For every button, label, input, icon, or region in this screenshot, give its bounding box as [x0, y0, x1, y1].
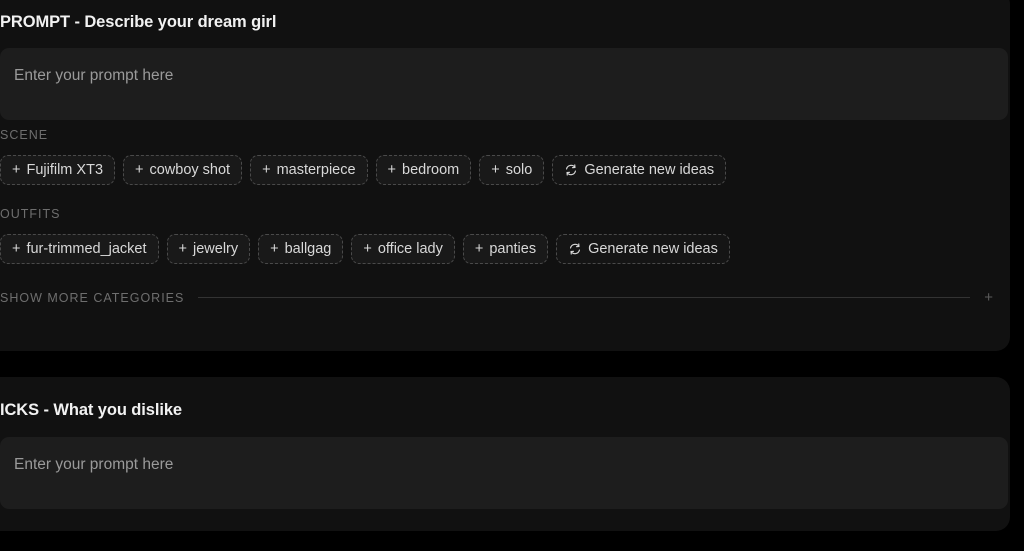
scene-generate-new-ideas-button[interactable]: Generate new ideas — [552, 155, 727, 185]
plus-icon: + — [178, 240, 187, 257]
scene-tag-fujifilm-xt3[interactable]: + Fujifilm XT3 — [0, 155, 116, 185]
prompt-input[interactable] — [0, 48, 1008, 120]
scene-tag-label: cowboy shot — [149, 161, 231, 178]
scene-generate-label: Generate new ideas — [584, 161, 715, 178]
app-viewport: PROMPT - Describe your dream girl SCENE … — [0, 0, 1024, 551]
show-more-categories-row[interactable]: SHOW MORE CATEGORIES + — [0, 290, 994, 305]
plus-icon: + — [491, 161, 500, 178]
icks-section-title: ICKS - What you dislike — [0, 401, 182, 419]
divider — [198, 297, 971, 298]
scene-tag-label: Fujifilm XT3 — [26, 161, 104, 178]
scene-tag-row: + Fujifilm XT3 + cowboy shot + masterpie… — [0, 155, 994, 185]
plus-icon: + — [363, 240, 372, 257]
plus-icon: + — [474, 240, 484, 257]
outfits-tag-row: + fur-trimmed_jacket + jewelry + ballgag… — [0, 234, 994, 264]
prompt-card: PROMPT - Describe your dream girl SCENE … — [0, 0, 1010, 351]
plus-icon[interactable]: + — [984, 290, 994, 305]
outfits-tag-label: panties — [489, 240, 537, 257]
outfits-tag-fur-trimmed-jacket[interactable]: + fur-trimmed_jacket — [0, 234, 159, 264]
refresh-icon — [564, 163, 578, 177]
outfits-tag-ballgag[interactable]: + ballgag — [258, 234, 344, 264]
scene-tag-label: bedroom — [402, 161, 460, 178]
scene-tag-cowboy-shot[interactable]: + cowboy shot — [123, 155, 243, 185]
scene-category-label: SCENE — [0, 128, 49, 142]
outfits-tag-label: jewelry — [193, 240, 239, 257]
plus-icon: + — [262, 161, 271, 178]
outfits-category-label: OUTFITS — [0, 207, 61, 221]
outfits-tag-label: office lady — [377, 240, 443, 257]
prompt-section-title: PROMPT - Describe your dream girl — [0, 13, 277, 31]
scene-tag-masterpiece[interactable]: + masterpiece — [250, 155, 368, 185]
plus-icon: + — [12, 161, 21, 178]
scene-tag-solo[interactable]: + solo — [479, 155, 545, 185]
icks-card: ICKS - What you dislike — [0, 377, 1010, 531]
outfits-generate-new-ideas-button[interactable]: Generate new ideas — [556, 234, 730, 264]
outfits-tag-panties[interactable]: + panties — [462, 234, 549, 264]
scene-tag-bedroom[interactable]: + bedroom — [375, 155, 472, 185]
plus-icon: + — [387, 161, 397, 178]
outfits-tag-office-lady[interactable]: + office lady — [351, 234, 455, 264]
outfits-tag-jewelry[interactable]: + jewelry — [166, 234, 251, 264]
outfits-generate-label: Generate new ideas — [588, 240, 718, 257]
show-more-categories-label: SHOW MORE CATEGORIES — [0, 290, 185, 305]
outfits-tag-label: ballgag — [284, 240, 332, 257]
plus-icon: + — [12, 240, 21, 257]
plus-icon: + — [270, 240, 279, 257]
refresh-icon — [568, 242, 582, 256]
icks-input[interactable] — [0, 437, 1008, 509]
plus-icon: + — [135, 161, 144, 178]
outfits-tag-label: fur-trimmed_jacket — [26, 240, 147, 257]
scene-tag-label: solo — [505, 161, 533, 178]
scene-tag-label: masterpiece — [276, 161, 356, 178]
